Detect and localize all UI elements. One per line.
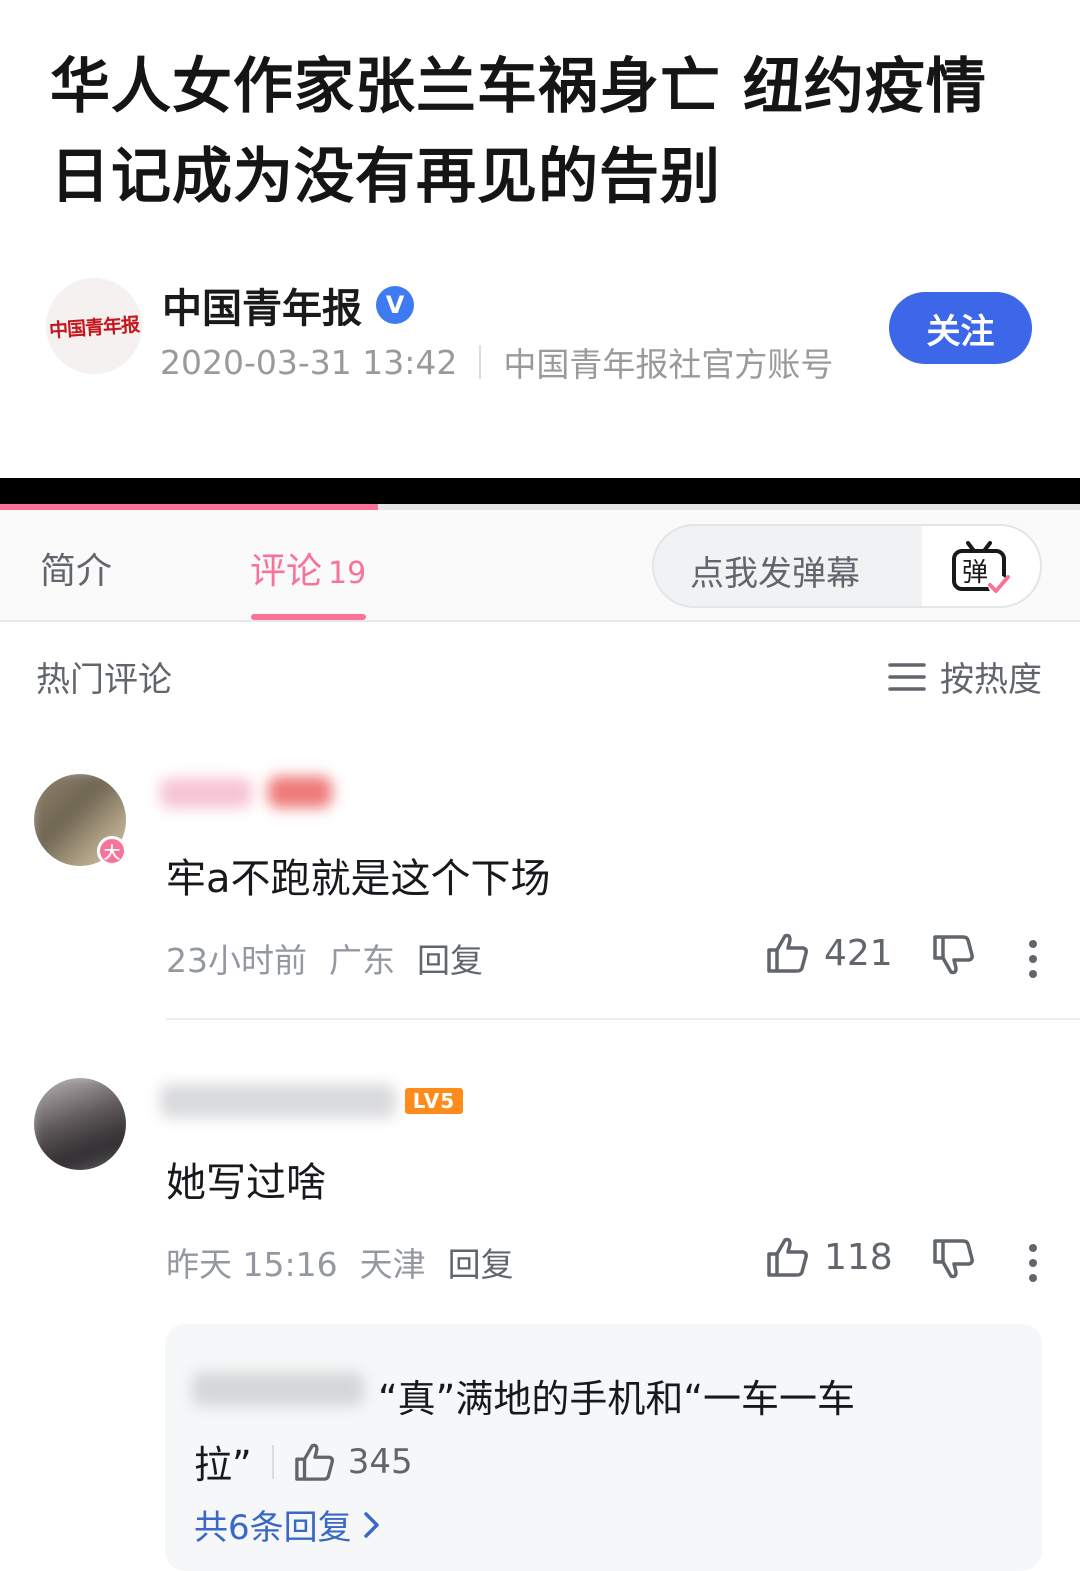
tab-comments-count: 19 xyxy=(328,556,367,591)
article-card: 华人女作家张兰车祸身亡 纽约疫情日记成为没有再见的告别 中国青年报 中国青年报 … xyxy=(0,0,1080,478)
article-headline[interactable]: 华人女作家张兰车祸身亡 纽约疫情日记成为没有再见的告别 xyxy=(50,42,1030,222)
danmaku-toggle-button[interactable]: 弹 xyxy=(922,526,1040,606)
comment-2-meta: 昨天 15:16 天津 回复 xyxy=(166,1238,514,1286)
thumbs-up-icon xyxy=(294,1443,334,1481)
comment-1-more-icon[interactable] xyxy=(1026,940,1040,985)
account-description: 中国青年报社官方账号 xyxy=(503,345,834,384)
thumbs-down-icon xyxy=(933,1239,974,1279)
danmaku-input[interactable]: 点我发弹幕 弹 xyxy=(652,524,1042,608)
sub-reply-like-count: 345 xyxy=(347,1441,413,1482)
publisher-logo-text: 中国青年报 xyxy=(48,313,140,342)
comment-1-reply-button[interactable]: 回复 xyxy=(417,934,483,982)
thumbs-up-icon xyxy=(767,933,808,973)
comment-2-reply-button[interactable]: 回复 xyxy=(448,1238,514,1286)
comment-1-big-member-badge: 大 xyxy=(97,836,127,866)
danmaku-icon: 弹 xyxy=(952,541,1010,595)
view-all-replies-link[interactable]: 共6条回复 xyxy=(194,1500,382,1549)
publisher-name[interactable]: 中国青年报 xyxy=(162,276,362,334)
hot-comments-title: 热门评论 xyxy=(36,660,172,700)
comment-1-dislike-button[interactable] xyxy=(932,934,976,980)
comment-2-location: 天津 xyxy=(359,1245,426,1284)
chevron-right-icon xyxy=(363,1511,379,1538)
comment-2-text[interactable]: 她写过啥 xyxy=(166,1150,326,1208)
comment-2-like-count: 118 xyxy=(824,1236,893,1278)
sort-lines-icon xyxy=(888,662,926,691)
tab-comments-label: 评论 xyxy=(250,551,323,592)
comment-divider xyxy=(166,1018,1080,1020)
comment-2-like-button[interactable]: 118 xyxy=(766,1236,893,1278)
comment-1-username[interactable] xyxy=(160,778,252,808)
tab-comments[interactable]: 评论 19 xyxy=(250,542,366,594)
comment-2-more-icon[interactable] xyxy=(1026,1244,1040,1289)
comment-1-text[interactable]: 牢a不跑就是这个下场 xyxy=(166,846,551,904)
active-tab-indicator xyxy=(251,614,366,620)
sub-reply-text-line2-row: 拉” 345 xyxy=(194,1434,413,1489)
publisher-name-row[interactable]: 中国青年报 V xyxy=(162,276,414,334)
publish-datetime: 2020-03-31 13:42 xyxy=(160,342,458,382)
view-all-replies-label: 共6条回复 xyxy=(194,1508,352,1548)
sort-label: 按热度 xyxy=(940,660,1042,700)
verified-icon: V xyxy=(376,286,414,324)
sub-reply-text-line1: “真”满地的手机和“一车一车 xyxy=(378,1377,856,1421)
publish-meta: 2020-03-31 13:42 中国青年报社官方账号 xyxy=(160,338,833,386)
comment-2-username[interactable] xyxy=(160,1084,396,1118)
comment-2-time: 昨天 15:16 xyxy=(166,1245,338,1284)
danmaku-placeholder: 点我发弹幕 xyxy=(690,554,860,594)
tab-intro[interactable]: 简介 xyxy=(40,542,112,594)
comment-1-time: 23小时前 xyxy=(166,941,307,980)
comment-1-location: 广东 xyxy=(329,941,395,980)
sub-reply-text-line2: 拉” xyxy=(194,1443,252,1487)
sort-button[interactable]: 按热度 xyxy=(888,652,1042,701)
tab-bar: 简介 评论 19 点我发弹幕 弹 xyxy=(0,510,1080,622)
comment-2-avatar[interactable] xyxy=(34,1078,126,1170)
comment-1-meta: 23小时前 广东 回复 xyxy=(166,934,483,982)
danmaku-icon-char: 弹 xyxy=(962,558,988,588)
comment-2-dislike-button[interactable] xyxy=(932,1238,976,1284)
follow-button[interactable]: 关注 xyxy=(889,292,1032,364)
comment-1-like-count: 421 xyxy=(824,932,893,974)
thumbs-down-icon xyxy=(933,935,974,975)
sub-reply-username[interactable] xyxy=(192,1372,364,1406)
sub-reply-divider xyxy=(271,1444,274,1479)
meta-divider xyxy=(479,345,482,379)
comment-2-level-badge: LV5 xyxy=(405,1088,463,1114)
sub-reply-like-button[interactable]: 345 xyxy=(294,1442,413,1482)
publisher-logo[interactable]: 中国青年报 xyxy=(46,278,142,374)
avatar-blur xyxy=(34,1078,126,1170)
comment-1-like-button[interactable]: 421 xyxy=(766,932,893,974)
comment-1-user-badge xyxy=(268,776,332,808)
thumbs-up-icon xyxy=(767,1237,808,1277)
